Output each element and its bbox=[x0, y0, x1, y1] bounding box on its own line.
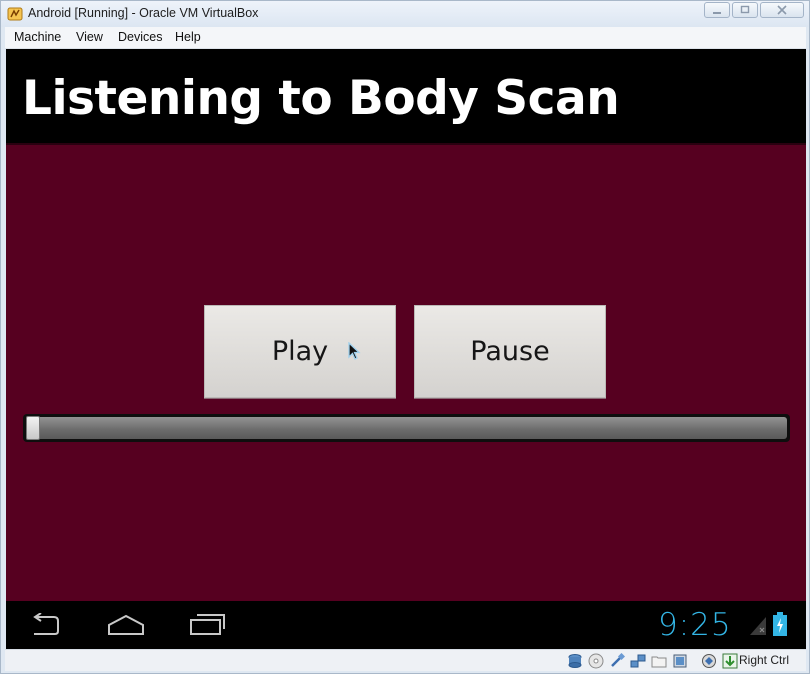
menu-machine[interactable]: Machine bbox=[14, 30, 61, 44]
mouse-cursor-icon bbox=[348, 342, 361, 360]
close-icon bbox=[777, 5, 787, 15]
battery-charging-icon bbox=[773, 612, 787, 636]
play-button-label: Play bbox=[271, 336, 329, 367]
back-icon[interactable] bbox=[28, 613, 64, 637]
pause-button[interactable]: Pause bbox=[414, 305, 606, 398]
page-title: Listening to Body Scan bbox=[22, 71, 620, 126]
home-icon[interactable] bbox=[106, 613, 146, 637]
network-icon[interactable] bbox=[630, 653, 646, 669]
virtualbox-window: Android [Running] - Oracle VM VirtualBox… bbox=[0, 0, 810, 674]
android-screen[interactable]: Listening to Body Scan Play Pause 9:25 bbox=[6, 49, 806, 649]
video-capture-icon[interactable] bbox=[672, 653, 688, 669]
menu-view[interactable]: View bbox=[76, 30, 103, 44]
hard-disk-icon[interactable] bbox=[567, 653, 583, 669]
close-button[interactable] bbox=[760, 2, 804, 18]
audio-seekbar[interactable] bbox=[23, 414, 790, 442]
maximize-icon bbox=[740, 5, 750, 14]
window-title: Android [Running] - Oracle VM VirtualBox bbox=[28, 6, 259, 20]
usb-icon[interactable] bbox=[609, 653, 625, 669]
recent-apps-icon[interactable] bbox=[188, 613, 228, 637]
seekbar-track bbox=[26, 417, 787, 439]
menu-help[interactable]: Help bbox=[175, 30, 201, 44]
action-bar: Listening to Body Scan bbox=[6, 49, 806, 145]
virtualbox-status-bar: Right Ctrl bbox=[5, 649, 806, 671]
menu-devices[interactable]: Devices bbox=[118, 30, 162, 44]
maximize-button[interactable] bbox=[732, 2, 758, 18]
menu-bar: Machine View Devices Help bbox=[5, 27, 806, 49]
clock: 9:25 bbox=[658, 607, 732, 643]
signal-icon bbox=[750, 617, 766, 635]
mouse-integration-icon[interactable] bbox=[722, 653, 738, 669]
title-bar[interactable]: Android [Running] - Oracle VM VirtualBox bbox=[1, 1, 809, 27]
minimize-button[interactable] bbox=[704, 2, 730, 18]
seekbar-thumb[interactable] bbox=[26, 416, 40, 440]
virtualbox-app-icon bbox=[7, 7, 23, 21]
play-button[interactable]: Play bbox=[204, 305, 396, 398]
shared-folders-icon[interactable] bbox=[651, 653, 667, 669]
cpu-virtualization-icon[interactable] bbox=[701, 653, 717, 669]
minimize-icon bbox=[713, 12, 721, 14]
android-navigation-bar: 9:25 bbox=[6, 601, 806, 649]
host-key-label: Right Ctrl bbox=[739, 653, 790, 667]
optical-drive-icon[interactable] bbox=[588, 653, 604, 669]
pause-button-label: Pause bbox=[470, 336, 550, 367]
